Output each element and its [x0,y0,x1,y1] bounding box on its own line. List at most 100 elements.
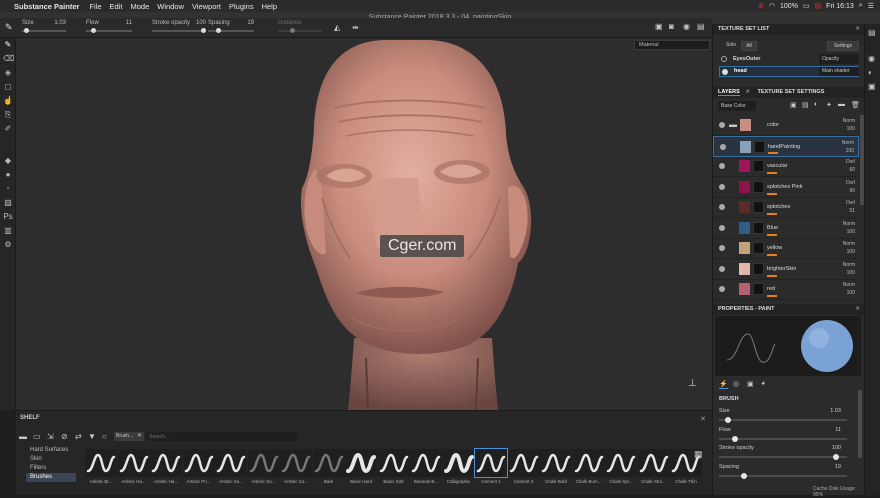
brush-thumbnail[interactable]: Chalk Bold [539,449,573,493]
blend-mode[interactable]: Norm [843,118,855,124]
shelf-close-icon[interactable]: ✕ [700,415,706,423]
category-hard-surfaces[interactable]: Hard Surfaces [26,446,76,455]
alpha-tab-icon[interactable]: ◎ [733,380,739,388]
layer-name[interactable]: Blue [767,225,778,231]
slider-value[interactable]: 1.03 [830,408,841,414]
brush-slider[interactable]: Flow 11 [719,427,847,445]
delete-layer-icon[interactable]: 🗑 [851,101,860,109]
brush-thumbnail[interactable]: Chalk Spr... [604,449,638,493]
layer-mask-thumbnail[interactable] [753,283,764,295]
folder-icon[interactable]: ▬ [19,432,27,441]
layer-mask-thumbnail[interactable] [754,140,765,153]
visibility-eye-icon[interactable] [719,245,725,251]
smudge-icon[interactable]: ☝ [3,96,13,106]
layer-mask-thumbnail[interactable] [753,221,764,234]
display-settings-icon[interactable]: ▤ [697,22,705,31]
bake-icon[interactable]: ▨ [3,198,13,208]
brush-thumbnail[interactable]: Cement 1 [474,448,508,493]
add-folder-icon[interactable]: ▬ [838,101,845,108]
menu-file[interactable]: File [89,2,101,11]
spacing-value[interactable]: 19 [247,20,254,26]
slider-knob[interactable] [741,472,747,479]
brush-thumbnail[interactable]: Chalk Stro... [637,449,671,493]
photoshop-export-icon[interactable]: Ps [3,212,13,222]
layer-name[interactable]: vascular [767,163,787,169]
size-knob[interactable] [24,28,29,33]
properties-scrollbar[interactable] [858,390,862,458]
layer-color-thumbnail[interactable] [739,201,750,213]
layer-name[interactable]: handPainting [768,144,800,150]
layer-blend-opacity[interactable]: Norm 100 [843,261,855,277]
layer-row[interactable]: Blue Norm 100 [713,218,859,239]
layer-blend-opacity[interactable]: Ovrl 60 [846,158,855,174]
solo-button[interactable]: Solo [723,41,739,51]
brush-thumbnail[interactable]: Bark [312,449,346,493]
all-button[interactable]: All [741,41,757,51]
slider-knob[interactable] [725,417,731,423]
layer-row[interactable]: splotches Ovrl 51 [713,197,859,218]
layer-opacity[interactable]: 100 [847,229,855,235]
layer-opacity[interactable]: 100 [847,126,855,132]
tab-layers[interactable]: LAYERS [718,89,740,96]
record-icon[interactable]: ⊘ [758,2,764,10]
layer-color-thumbnail[interactable] [739,283,750,295]
brush-thumbnail[interactable]: Calligraphic [442,449,476,493]
particles-icon[interactable]: • [3,184,13,194]
add-fill-layer-icon[interactable]: ▣ [790,101,797,109]
new-folder-icon[interactable]: ▭ [33,432,41,441]
filter-icon[interactable]: ▼ [88,432,96,441]
layer-color-thumbnail[interactable] [739,242,750,254]
visibility-eye-icon[interactable] [719,122,725,128]
visibility-eye-icon[interactable] [719,163,725,169]
shader-settings-icon[interactable]: ◐ [868,68,873,77]
layer-blend-opacity[interactable]: Norm 100 [843,240,855,256]
menu-window[interactable]: Window [157,2,184,11]
layer-name[interactable]: yellow [767,245,782,251]
brush-thumbnail[interactable]: Cement 2 [507,449,541,493]
brush-slider[interactable]: Size 1.03 [719,408,847,426]
refresh-icon[interactable]: ⇄ [75,432,82,441]
layer-opacity[interactable]: 100 [846,148,854,154]
battery-icon[interactable]: ▭ [803,2,810,10]
circle-filter-icon[interactable]: ○ [102,432,107,441]
brush-thumbnail[interactable]: Artistic So... [247,449,281,493]
layer-mask-thumbnail[interactable] [753,180,764,193]
properties-close-icon[interactable]: ✕ [855,304,860,315]
layer-opacity[interactable]: 100 [847,290,855,296]
layer-row[interactable]: vascular Ovrl 60 [713,156,859,177]
folder-icon[interactable]: ▬ [729,120,737,129]
distance-knob[interactable] [290,28,295,33]
layer-color-thumbnail[interactable] [740,119,751,131]
flow-knob[interactable] [91,28,96,33]
layer-mask-thumbnail[interactable] [753,160,764,172]
menu-mode[interactable]: Mode [130,2,149,11]
blend-mode[interactable]: Norm [843,262,855,268]
spacing-knob[interactable] [216,28,221,33]
layer-row[interactable]: brighterSkin Norm 100 [713,259,859,280]
layer-name[interactable]: red [767,286,775,292]
layer-color-thumbnail[interactable] [739,180,750,193]
add-effect-icon[interactable]: ✦ [826,101,832,109]
texture-set-close-icon[interactable]: ✕ [855,24,860,35]
blend-mode[interactable]: Ovrl [846,200,855,206]
layer-row[interactable]: splotches Pink Ovrl 60 [713,177,859,198]
size-value[interactable]: 1.03 [54,20,66,26]
slider-value[interactable]: 100 [832,445,841,451]
3d-viewport[interactable]: ⊥ [16,38,712,410]
add-layer-icon[interactable]: ▤ [802,101,809,109]
material-tab-icon[interactable]: ◕ [761,380,765,387]
slider-track[interactable] [719,437,847,440]
brush-thumbnail[interactable]: Artistic Pri... [182,449,216,493]
grid-view-icon[interactable]: ▦ [694,449,703,460]
slider-track[interactable] [719,419,847,421]
stroke-opacity-knob[interactable] [201,28,206,33]
layer-blend-opacity[interactable]: Norm 100 [843,220,855,236]
layer-row[interactable]: ▬ color Norm 100 [713,115,859,136]
slider-track[interactable] [719,474,847,477]
layer-name[interactable]: brighterSkin [767,266,796,272]
layer-color-thumbnail[interactable] [739,221,750,234]
layer-color-thumbnail[interactable] [739,160,750,172]
visibility-eye-icon[interactable] [719,286,725,292]
iray-icon[interactable]: ◉ [683,22,690,31]
layers-icon[interactable]: ▥ [3,226,13,236]
